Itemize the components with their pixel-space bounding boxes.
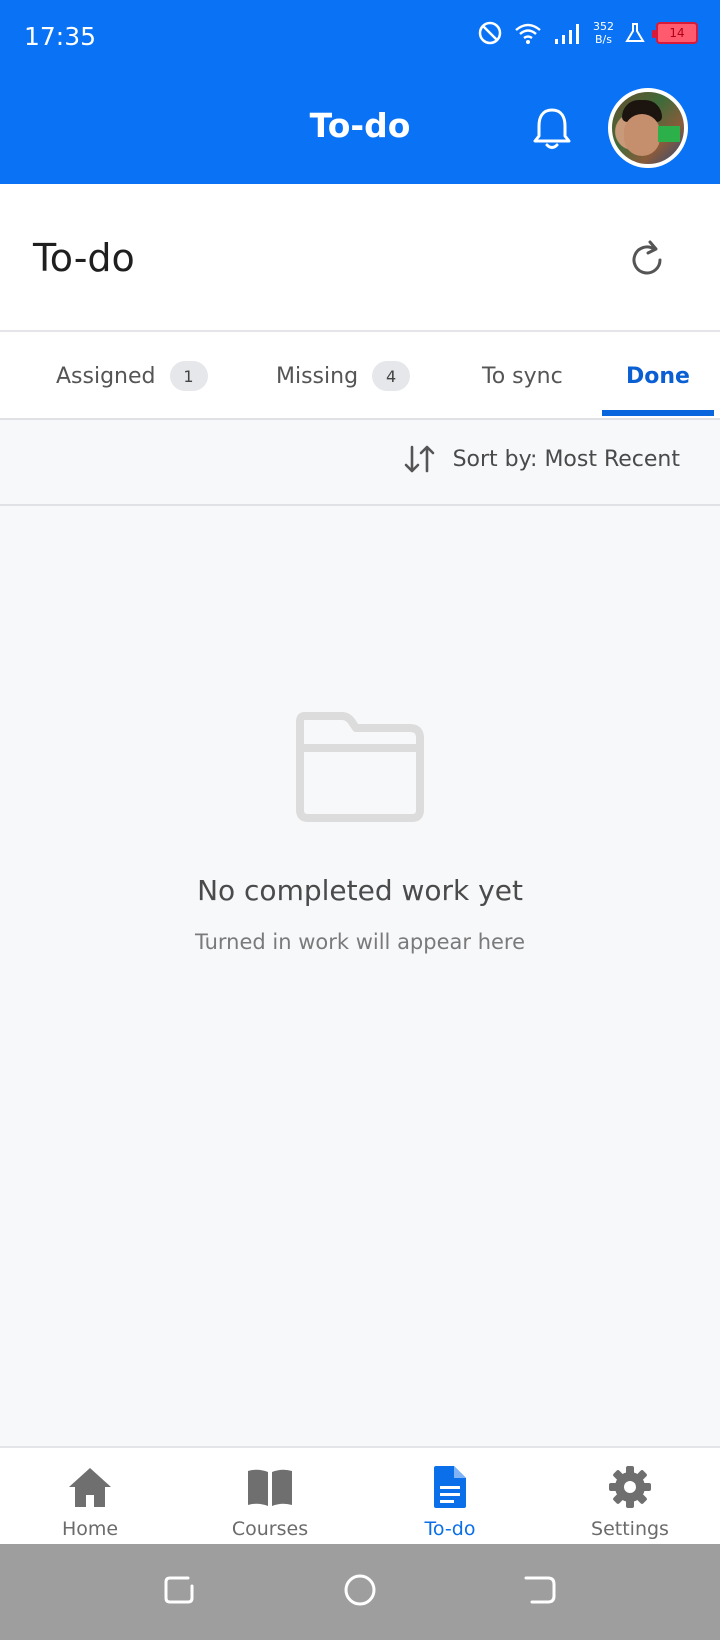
avatar[interactable] (608, 88, 688, 168)
sort-icon (404, 445, 434, 473)
bottom-navigation: Home Courses To-do Settings (0, 1446, 720, 1544)
tab-bar: Assigned 1 Missing 4 To sync Done (0, 332, 720, 420)
tab-missing[interactable]: Missing 4 (276, 332, 411, 420)
selected-tab-indicator (602, 410, 714, 416)
nav-to-do[interactable]: To-do (360, 1462, 540, 1540)
tab-label: To sync (482, 363, 563, 389)
recents-icon[interactable] (162, 1572, 198, 1608)
nav-label: Settings (591, 1518, 669, 1540)
empty-state: No completed work yet Turned in work wil… (0, 506, 720, 1446)
system-navigation-bar (0, 1544, 720, 1640)
empty-state-subtitle: Turned in work will appear here (194, 930, 526, 954)
empty-state-title: No completed work yet (197, 874, 523, 907)
refresh-icon[interactable] (626, 238, 670, 282)
back-icon[interactable] (522, 1572, 558, 1608)
sort-button[interactable]: Sort by: Most Recent (403, 444, 680, 474)
nav-label: To-do (424, 1518, 476, 1540)
tab-label: Missing (276, 363, 359, 389)
page-title: To-do (33, 236, 135, 280)
nav-settings[interactable]: Settings (540, 1462, 720, 1540)
book-icon (248, 1469, 292, 1506)
tab-label: Done (626, 363, 690, 389)
sort-bar: Sort by: Most Recent (0, 420, 720, 506)
tab-done[interactable]: Done (602, 332, 714, 420)
folder-icon (296, 712, 424, 822)
do-not-disturb-icon (478, 21, 502, 45)
home-icon (69, 1468, 111, 1507)
nav-courses[interactable]: Courses (180, 1462, 360, 1540)
net-speed: 352 B/s (593, 20, 614, 46)
tab-to-sync[interactable]: To sync (482, 332, 563, 420)
nav-home[interactable]: Home (0, 1462, 180, 1540)
battery-indicator: 14 (652, 22, 698, 44)
nav-label: Courses (231, 1518, 309, 1540)
flask-icon (625, 23, 645, 42)
home-button-icon[interactable] (342, 1572, 378, 1608)
count-badge: 1 (169, 361, 208, 391)
nav-label: Home (61, 1518, 119, 1540)
tab-assigned[interactable]: Assigned 1 (56, 332, 208, 420)
status-time: 17:35 (24, 22, 97, 51)
tab-label: Assigned (56, 363, 156, 389)
sort-label: Sort by: Most Recent (452, 446, 680, 472)
signal-icon (555, 24, 579, 44)
wifi-icon (515, 23, 541, 44)
bell-icon[interactable] (530, 104, 574, 152)
document-icon (434, 1466, 466, 1508)
page-header: To-do (0, 184, 720, 332)
status-icons: 352 B/s 14 (477, 20, 698, 46)
gear-icon (609, 1466, 651, 1508)
app-header: 17:35 352 B/s 14 To-do (0, 0, 720, 184)
count-badge: 4 (372, 361, 411, 391)
